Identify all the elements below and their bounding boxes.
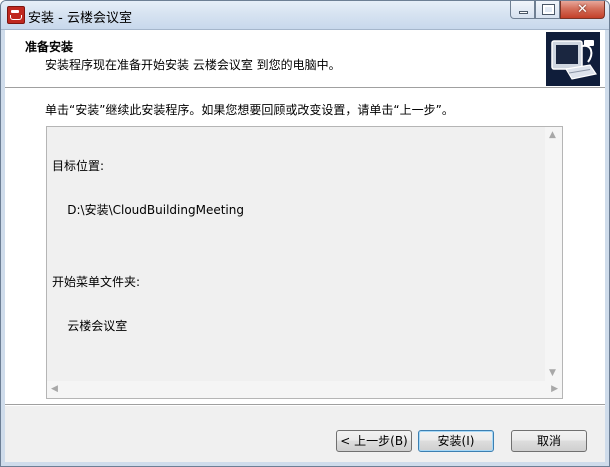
minimize-icon bbox=[519, 11, 528, 14]
app-logo-icon bbox=[7, 6, 25, 24]
install-button[interactable]: 安装(I) bbox=[418, 430, 494, 452]
page-subtitle: 安装程序现在准备开始安装 云楼会议室 到您的电脑中。 bbox=[45, 58, 341, 72]
installer-window: 安装 - 云楼会议室 ✕ 准备安装 安装程序现在准备开始安装 云楼会议室 到您的… bbox=[0, 0, 610, 467]
body-panel: 单击“安装”继续此安装程序。如果您想要回顾或改变设置，请单击“上一步”。 目标位… bbox=[5, 88, 605, 404]
memo-line: 云楼会议室 bbox=[52, 318, 128, 333]
instruction-text: 单击“安装”继续此安装程序。如果您想要回顾或改变设置，请单击“上一步”。 bbox=[45, 103, 454, 117]
scroll-left-icon[interactable]: ◀ bbox=[51, 384, 58, 394]
minimize-button[interactable] bbox=[510, 1, 535, 19]
scroll-right-icon[interactable]: ▶ bbox=[551, 384, 558, 394]
close-icon: ✕ bbox=[577, 2, 588, 17]
vertical-scrollbar[interactable]: ▲ ▼ bbox=[545, 127, 562, 381]
scroll-up-icon[interactable]: ▲ bbox=[549, 130, 556, 140]
maximize-icon bbox=[542, 4, 555, 15]
computer-install-icon bbox=[546, 32, 600, 86]
cancel-button[interactable]: 取消 bbox=[511, 430, 587, 452]
memo-text: 目标位置: D:\安装\CloudBuildingMeeting 开始菜单文件夹… bbox=[52, 130, 244, 362]
maximize-button[interactable] bbox=[535, 1, 560, 19]
horizontal-scrollbar[interactable]: ◀ ▶ bbox=[47, 381, 562, 398]
memo-line: 开始菜单文件夹: bbox=[52, 275, 141, 289]
ready-memo-box[interactable]: 目标位置: D:\安装\CloudBuildingMeeting 开始菜单文件夹… bbox=[46, 126, 563, 399]
close-button[interactable]: ✕ bbox=[560, 1, 605, 19]
window-title: 安装 - 云楼会议室 bbox=[28, 11, 132, 26]
title-bar[interactable]: 安装 - 云楼会议室 ✕ bbox=[1, 1, 609, 30]
header-panel: 准备安装 安装程序现在准备开始安装 云楼会议室 到您的电脑中。 bbox=[5, 30, 605, 88]
scroll-down-icon[interactable]: ▼ bbox=[549, 368, 556, 378]
memo-line: D:\安装\CloudBuildingMeeting bbox=[52, 202, 244, 217]
bottom-divider bbox=[5, 404, 605, 406]
page-title: 准备安装 bbox=[25, 40, 74, 54]
caption-buttons: ✕ bbox=[510, 1, 605, 21]
dialog-client-area: 准备安装 安装程序现在准备开始安装 云楼会议室 到您的电脑中。 单击“安装”继续… bbox=[5, 30, 605, 462]
back-button[interactable]: < 上一步(B) bbox=[336, 430, 412, 452]
memo-line: 目标位置: bbox=[52, 159, 105, 173]
